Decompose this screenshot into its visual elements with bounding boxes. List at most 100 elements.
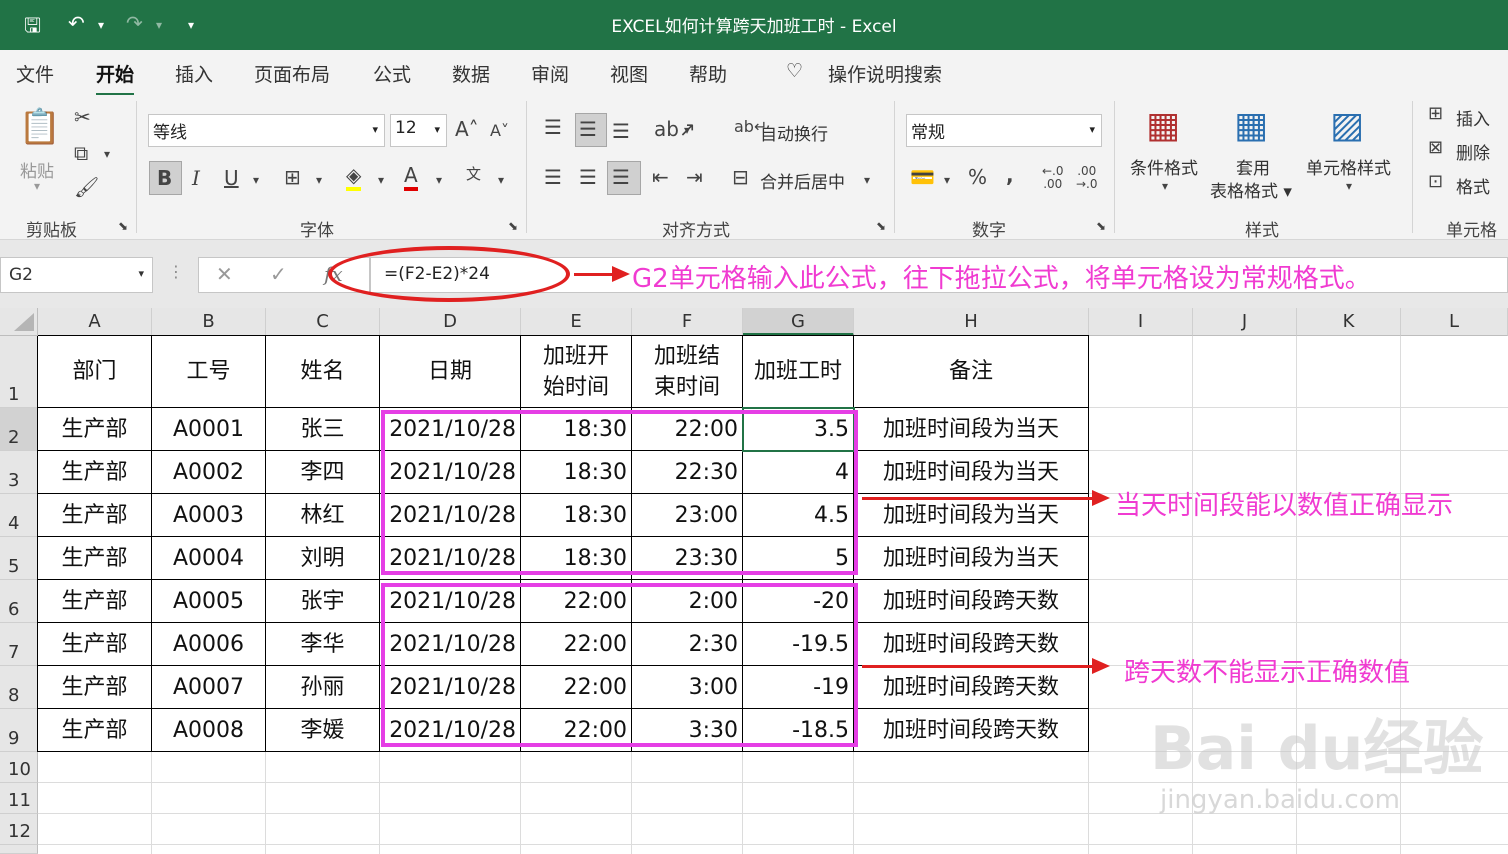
column-header-l[interactable]: L: [1401, 308, 1508, 336]
insert-cells-icon[interactable]: ⊞: [1428, 103, 1443, 124]
row-header-3[interactable]: 3: [0, 451, 38, 494]
column-header-f[interactable]: F: [632, 308, 743, 336]
cell-department[interactable]: 生产部: [38, 666, 152, 709]
cell-remarks[interactable]: 加班时间段为当天: [854, 494, 1089, 537]
tab-formulas[interactable]: 公式: [373, 60, 411, 87]
format-as-table-icon[interactable]: ▦: [1234, 105, 1268, 146]
cancel-icon[interactable]: ✕: [216, 262, 233, 286]
fill-color-dropdown-icon[interactable]: ▾: [378, 173, 384, 187]
cell-department[interactable]: 生产部: [38, 709, 152, 752]
column-header-k[interactable]: K: [1297, 308, 1401, 336]
header-cell-remarks[interactable]: 备注: [854, 336, 1089, 408]
cell-name[interactable]: 李媛: [266, 709, 380, 752]
cell-remarks[interactable]: 加班时间段跨天数: [854, 623, 1089, 666]
percent-style-button[interactable]: %: [968, 165, 987, 189]
cell-remarks[interactable]: 加班时间段为当天: [854, 537, 1089, 580]
cell-department[interactable]: 生产部: [38, 408, 152, 451]
cell-remarks[interactable]: 加班时间段为当天: [854, 408, 1089, 451]
alignment-launcher-icon[interactable]: ⬊: [876, 219, 886, 233]
row-header-7[interactable]: 7: [0, 623, 38, 666]
header-cell-name[interactable]: 姓名: [266, 336, 380, 408]
font-launcher-icon[interactable]: ⬊: [508, 219, 518, 233]
font-color-icon[interactable]: A: [404, 163, 418, 191]
accounting-dropdown-icon[interactable]: ▾: [944, 173, 950, 187]
accounting-format-icon[interactable]: 💳: [910, 165, 935, 189]
conditional-formatting-icon[interactable]: ▦: [1146, 105, 1180, 146]
tell-me-search[interactable]: 操作说明搜索: [828, 60, 942, 87]
cell-remarks[interactable]: 加班时间段跨天数: [854, 709, 1089, 752]
row-header-11[interactable]: 11: [0, 783, 38, 814]
cut-icon[interactable]: ✂: [74, 105, 91, 129]
tab-insert[interactable]: 插入: [175, 60, 213, 87]
delete-cells-button[interactable]: 删除: [1456, 139, 1490, 164]
tab-file[interactable]: 文件: [16, 60, 54, 87]
fill-color-icon[interactable]: ◈: [346, 163, 362, 191]
orientation-dropdown-icon[interactable]: ▾: [684, 123, 690, 137]
format-as-table-button[interactable]: 套用: [1236, 154, 1270, 179]
increase-font-icon[interactable]: A˄: [455, 117, 479, 141]
enter-icon[interactable]: ✓: [270, 262, 287, 286]
decrease-indent-icon[interactable]: ⇤: [652, 165, 669, 189]
header-cell-overtime-hours[interactable]: 加班工时: [743, 336, 854, 408]
cell-employee-id[interactable]: A0006: [152, 623, 266, 666]
column-header-b[interactable]: B: [152, 308, 266, 336]
font-name-select[interactable]: 等线 ▾: [148, 114, 385, 147]
comma-style-button[interactable]: ,: [1006, 163, 1014, 187]
header-cell-start-time[interactable]: 加班开 始时间: [521, 336, 632, 408]
header-cell-date[interactable]: 日期: [380, 336, 521, 408]
format-as-table-label[interactable]: 表格格式 ▾: [1210, 177, 1292, 202]
tab-data[interactable]: 数据: [452, 60, 490, 87]
row-header-4[interactable]: 4: [0, 494, 38, 537]
paste-dropdown-icon[interactable]: ▾: [34, 179, 40, 193]
column-header-e[interactable]: E: [521, 308, 632, 336]
cell-employee-id[interactable]: A0007: [152, 666, 266, 709]
row-header-5[interactable]: 5: [0, 537, 38, 580]
delete-cells-icon[interactable]: ⊠: [1428, 137, 1443, 158]
column-header-d[interactable]: D: [380, 308, 521, 336]
column-header-c[interactable]: C: [266, 308, 380, 336]
cell-department[interactable]: 生产部: [38, 494, 152, 537]
number-format-select[interactable]: 常规 ▾: [906, 114, 1102, 147]
wrap-text-button[interactable]: 自动换行: [760, 120, 828, 145]
name-box[interactable]: G2 ▾: [0, 257, 153, 293]
cell-remarks[interactable]: 加班时间段为当天: [854, 451, 1089, 494]
column-header-j[interactable]: J: [1193, 308, 1297, 336]
tab-view[interactable]: 视图: [610, 60, 648, 87]
row-header-13[interactable]: [0, 845, 38, 854]
top-align-icon[interactable]: ☰: [544, 115, 562, 139]
row-header-1[interactable]: 1: [0, 336, 38, 408]
cell-name[interactable]: 张三: [266, 408, 380, 451]
cell-department[interactable]: 生产部: [38, 451, 152, 494]
format-cells-icon[interactable]: ⊡: [1428, 171, 1443, 192]
increase-decimal-icon[interactable]: ←.0.00: [1042, 165, 1064, 191]
merge-center-button[interactable]: 合并后居中: [760, 168, 845, 193]
format-cells-button[interactable]: 格式: [1456, 173, 1490, 198]
align-right-icon[interactable]: ☰: [612, 165, 630, 189]
underline-dropdown-icon[interactable]: ▾: [253, 173, 259, 187]
merge-center-icon[interactable]: ⊟: [732, 165, 749, 189]
cell-name[interactable]: 李四: [266, 451, 380, 494]
cell-employee-id[interactable]: A0002: [152, 451, 266, 494]
copy-icon[interactable]: ⧉: [74, 141, 88, 165]
cell-remarks[interactable]: 加班时间段跨天数: [854, 580, 1089, 623]
number-launcher-icon[interactable]: ⬊: [1096, 219, 1106, 233]
tab-review[interactable]: 审阅: [531, 60, 569, 87]
tab-page-layout[interactable]: 页面布局: [254, 60, 330, 87]
column-header-h[interactable]: H: [854, 308, 1089, 336]
cell-name[interactable]: 李华: [266, 623, 380, 666]
cell-department[interactable]: 生产部: [38, 537, 152, 580]
borders-dropdown-icon[interactable]: ▾: [316, 173, 322, 187]
conditional-formatting-button[interactable]: 条件格式: [1130, 154, 1198, 179]
cell-employee-id[interactable]: A0001: [152, 408, 266, 451]
font-color-dropdown-icon[interactable]: ▾: [436, 173, 442, 187]
cell-employee-id[interactable]: A0008: [152, 709, 266, 752]
middle-align-icon[interactable]: ☰: [579, 117, 597, 141]
cell-styles-icon[interactable]: ▨: [1330, 105, 1364, 146]
cell-styles-button[interactable]: 单元格样式: [1306, 154, 1391, 179]
decrease-decimal-icon[interactable]: .00 →.0: [1076, 165, 1098, 191]
row-header-2[interactable]: 2: [0, 408, 38, 451]
cell-name[interactable]: 孙丽: [266, 666, 380, 709]
row-header-9[interactable]: 9: [0, 709, 38, 752]
format-painter-icon[interactable]: 🖌: [74, 175, 99, 199]
increase-indent-icon[interactable]: ⇥: [686, 165, 703, 189]
